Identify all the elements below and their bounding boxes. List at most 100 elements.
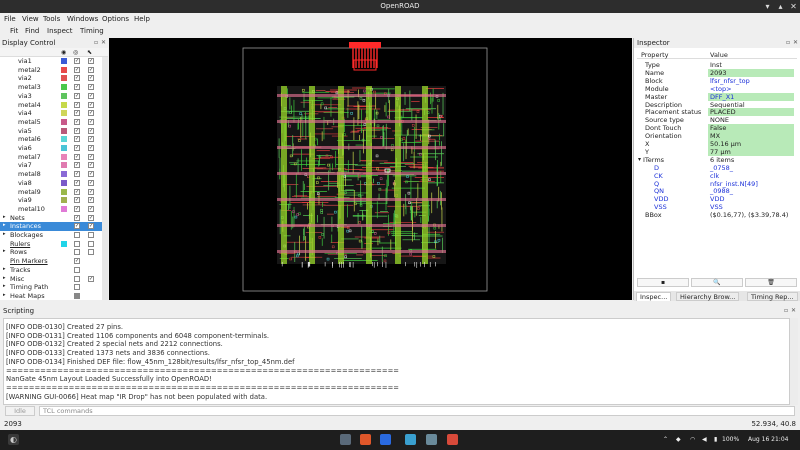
menu-tools[interactable]: Tools [43,15,60,23]
selectable-checkbox[interactable]: ✓ [88,153,94,160]
visible-checkbox[interactable]: ✓ [74,110,80,117]
visible-checkbox[interactable]: ✓ [74,75,80,82]
layer-color-swatch[interactable] [61,110,67,117]
layout-canvas[interactable] [109,38,632,300]
menu-windows[interactable]: Windows [67,15,98,23]
property-value[interactable]: clk [708,172,794,180]
property-row[interactable]: Master DFF_X1 [637,92,797,101]
selectable-checkbox[interactable] [88,249,94,256]
layer-color-swatch[interactable] [61,127,67,134]
fit-button[interactable]: Fit [10,27,18,35]
layer-row[interactable]: metal10 ✓ ✓ [0,205,102,214]
property-row[interactable]: ▾ ITerms 6 items [637,156,797,164]
zoom-to-button[interactable]: 🔍 [691,278,743,287]
menu-view[interactable]: View [22,15,39,23]
layer-row[interactable]: via1 ✓ ✓ [0,57,102,66]
dock-close-icon[interactable]: ✕ [101,39,106,46]
property-value[interactable]: DFF_X1 [708,92,794,101]
layer-row[interactable]: via4 ✓ ✓ [0,109,102,118]
visible-checkbox[interactable]: ✓ [74,58,80,64]
property-row[interactable]: Y 77 µm [637,147,797,156]
tray-app-icon[interactable]: ◆ [676,436,681,443]
selectable-checkbox[interactable]: ✓ [88,58,94,64]
layer-row[interactable]: metal3 ✓ ✓ [0,83,102,92]
layer-row[interactable]: metal2 ✓ ✓ [0,66,102,75]
layer-color-swatch[interactable] [61,205,67,212]
visible-checkbox[interactable]: ✓ [74,258,80,265]
layer-color-swatch[interactable] [61,171,67,178]
inspect-button[interactable]: Inspect [47,27,73,35]
minimize-icon[interactable]: ▾ [762,1,773,12]
script-output[interactable]: [INFO ODB-0130] Created 27 pins. [INFO OD… [3,318,790,405]
visible-checkbox[interactable]: ✓ [74,92,80,99]
menu-help[interactable]: Help [134,15,150,23]
layer-row[interactable]: via5 ✓ ✓ [0,127,102,136]
property-row[interactable]: Orientation MX [637,132,797,141]
delete-button[interactable]: 🗑 [745,278,797,287]
expand-arrow-icon[interactable]: ▸ [3,266,6,272]
visible-checkbox[interactable] [74,240,80,247]
browser-app-icon[interactable] [360,434,371,445]
layer-row[interactable]: via9 ✓ ✓ [0,196,102,205]
layer-row[interactable]: ▸ Rows [0,248,102,257]
property-row[interactable]: VDD VDD [637,195,797,203]
layer-row[interactable]: metal8 ✓ ✓ [0,170,102,179]
battery-icon[interactable]: ▮ [714,436,717,443]
layer-row[interactable]: via3 ✓ ✓ [0,92,102,101]
visible-checkbox[interactable]: ✓ [74,197,80,204]
clock[interactable]: Aug 16 21:04 [748,436,788,443]
layer-row[interactable]: via8 ✓ ✓ [0,179,102,188]
select-button[interactable]: ▪ [637,278,689,287]
app-icon[interactable] [447,434,458,445]
selectable-checkbox[interactable]: ✓ [88,223,94,230]
selectable-checkbox[interactable]: ✓ [88,197,94,204]
visible-checkbox[interactable]: ✓ [74,127,80,134]
layer-row[interactable]: ▸ Heat Maps [0,292,102,301]
property-row[interactable]: Name 2093 [637,68,797,77]
layer-color-swatch[interactable] [61,153,67,160]
layer-row[interactable]: via6 ✓ ✓ [0,144,102,153]
editor-app-icon[interactable] [405,434,416,445]
visible-checkbox[interactable] [74,249,80,256]
selectable-checkbox[interactable] [88,232,94,238]
layer-row[interactable]: metal9 ✓ ✓ [0,188,102,197]
dock-float-icon[interactable]: ▫ [94,39,98,46]
property-row[interactable]: Type Inst [637,61,797,69]
layer-color-swatch[interactable] [61,136,67,143]
layer-color-swatch[interactable] [61,75,67,82]
property-row[interactable]: BBox ($0.16,77), ($3.39,78.4) [637,211,797,219]
selectable-checkbox[interactable]: ✓ [88,171,94,178]
property-row[interactable]: Description Sequential [637,101,797,109]
layer-color-swatch[interactable] [61,92,67,99]
visible-checkbox[interactable]: ✓ [74,205,80,212]
expand-arrow-icon[interactable]: ▸ [3,222,6,228]
property-row[interactable]: Module <top> [637,85,797,93]
openroad-app-icon[interactable] [426,434,437,445]
property-row[interactable]: VSS VSS [637,203,797,211]
layer-row[interactable]: metal7 ✓ ✓ [0,153,102,162]
layer-row[interactable]: ▸ Timing Path [0,283,102,292]
visible-checkbox[interactable]: ✓ [74,162,80,169]
visible-checkbox[interactable]: ✓ [74,145,80,151]
visible-checkbox[interactable] [74,266,80,273]
layer-row[interactable]: ▸ Nets ✓ ✓ [0,214,102,223]
property-row[interactable]: Source type NONE [637,116,797,124]
selectable-checkbox[interactable]: ✓ [88,118,94,125]
visible-checkbox[interactable]: ✓ [74,188,80,195]
layer-color-swatch[interactable] [61,179,67,186]
selectable-checkbox[interactable] [88,240,94,247]
layer-row[interactable]: Pin Markers ✓ [0,257,102,266]
layer-row[interactable]: ▸ Tracks [0,266,102,275]
visible-checkbox[interactable] [74,275,80,282]
selectable-checkbox[interactable]: ✓ [88,205,94,212]
property-row[interactable]: X 50.16 µm [637,140,797,148]
launcher-icon[interactable]: ◐ [8,434,19,445]
layer-row[interactable]: metal6 ✓ ✓ [0,135,102,144]
layer-color-swatch[interactable] [61,58,67,64]
selectable-checkbox[interactable]: ✓ [88,101,94,108]
layer-row[interactable]: via7 ✓ ✓ [0,161,102,170]
menu-options[interactable]: Options [102,15,129,23]
layer-row[interactable]: ▸ Misc ✓ [0,275,102,284]
visible-checkbox[interactable]: ✓ [74,118,80,125]
expand-arrow-icon[interactable]: ▸ [3,275,6,281]
